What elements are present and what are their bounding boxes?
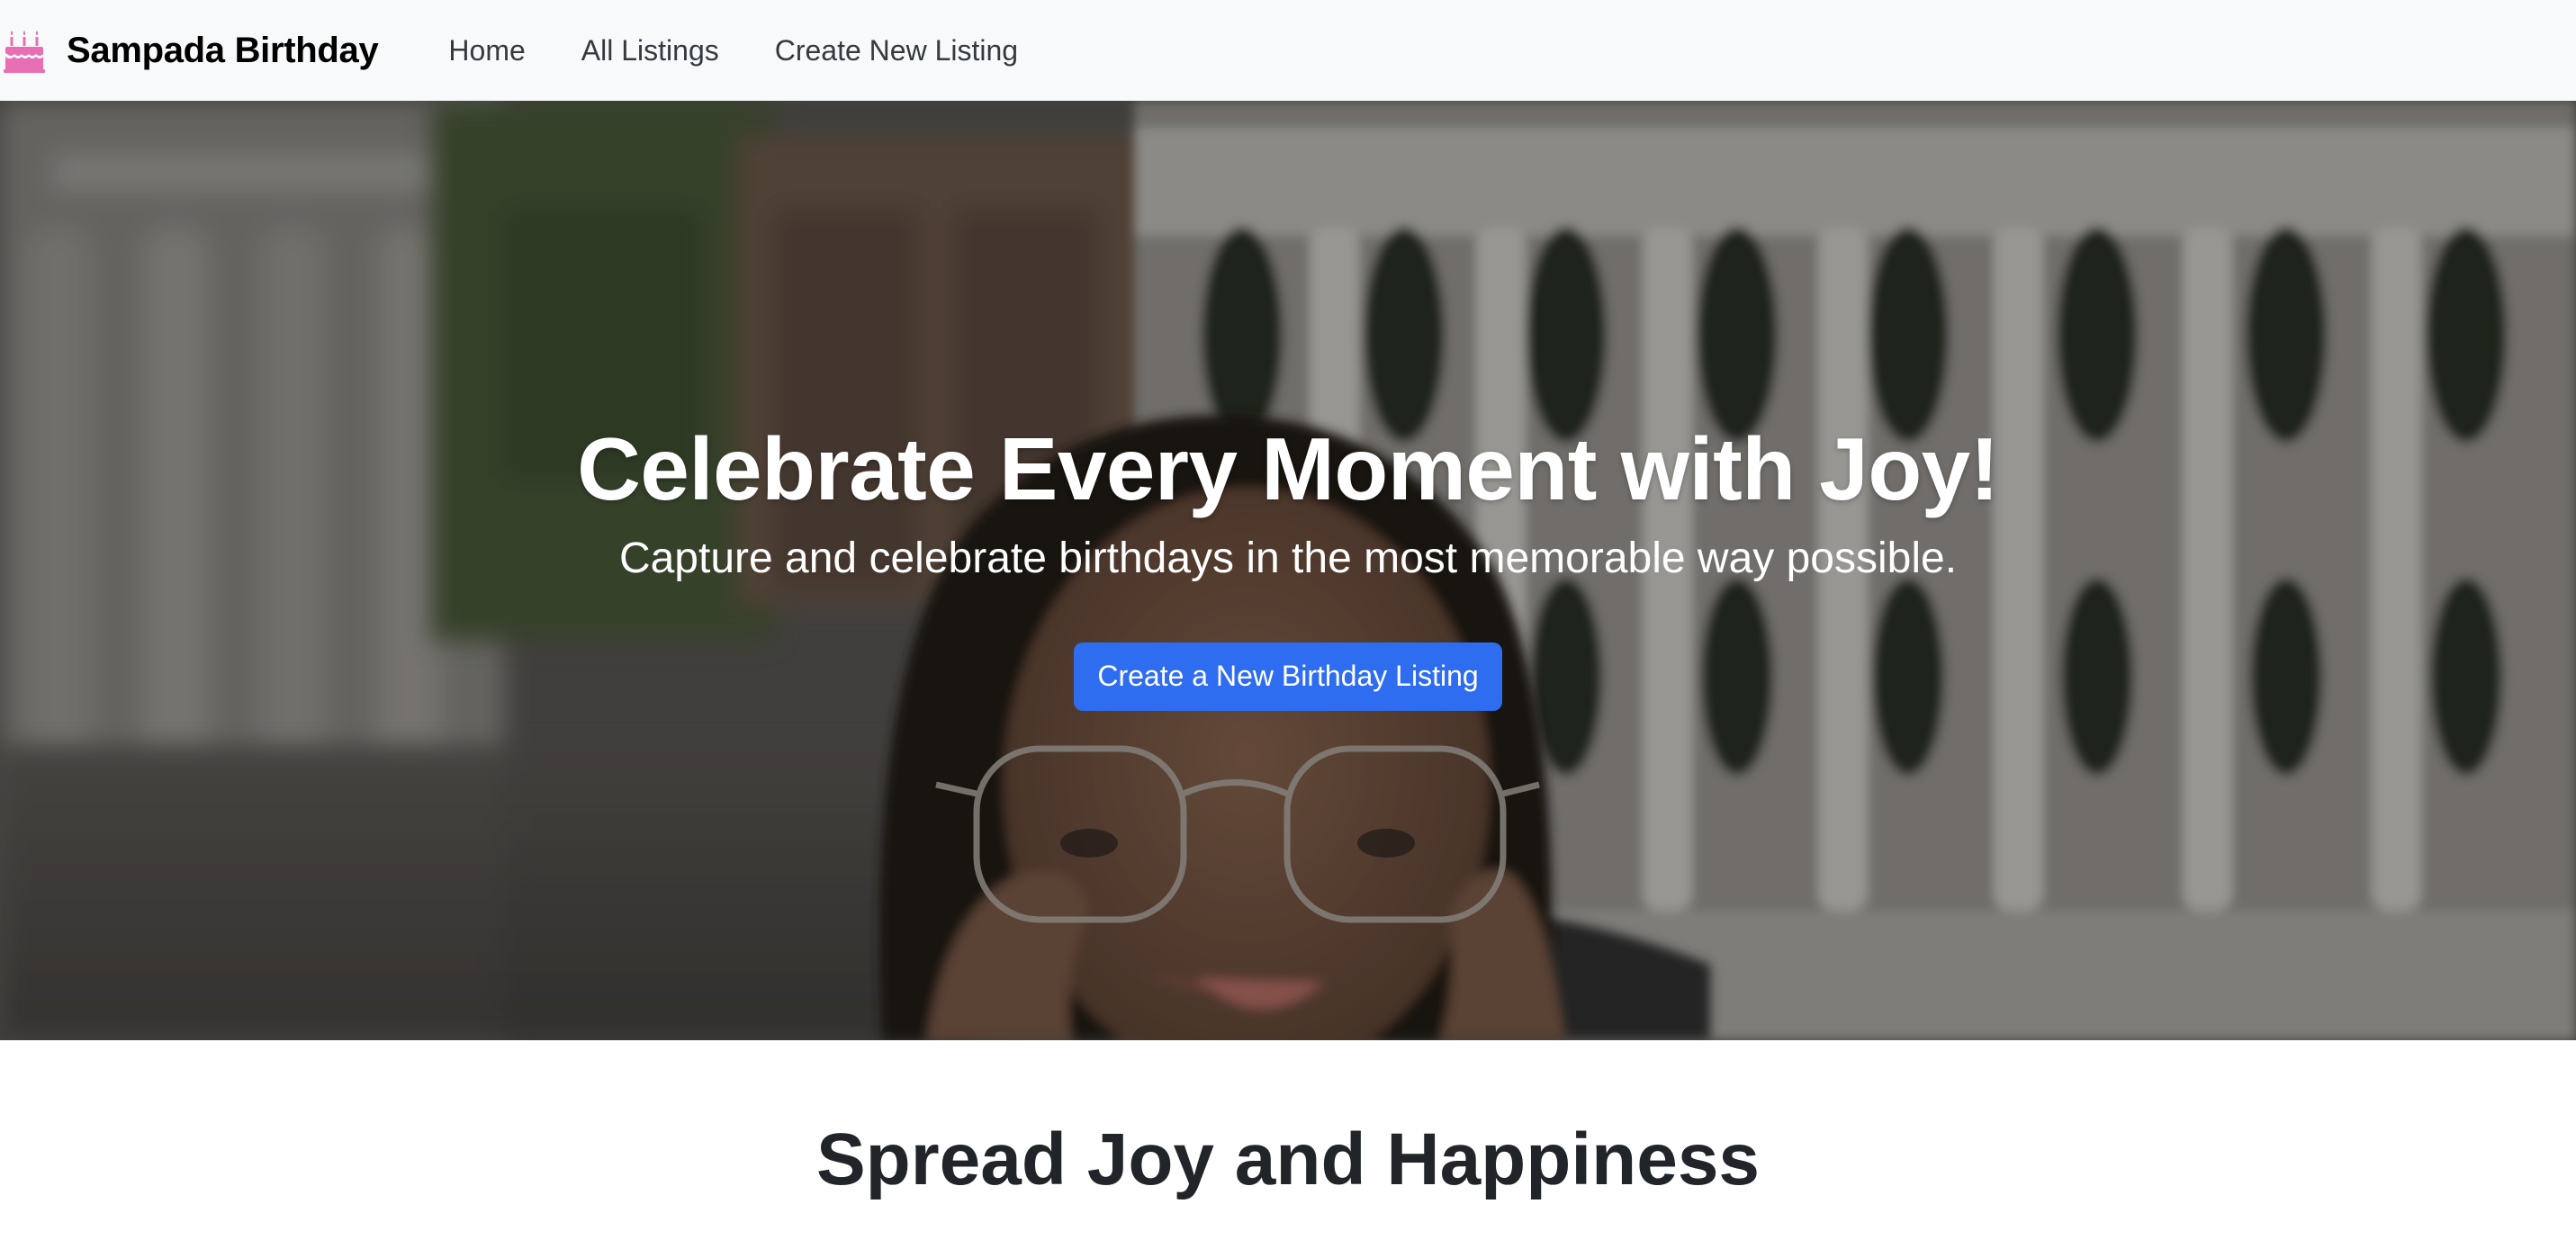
navbar: Sampada Birthday Home All Listings Creat… bbox=[0, 0, 2576, 101]
hero-content: Celebrate Every Moment with Joy! Capture… bbox=[0, 101, 2576, 1040]
nav-link-all-listings[interactable]: All Listings bbox=[581, 34, 719, 67]
create-birthday-listing-button[interactable]: Create a New Birthday Listing bbox=[1074, 642, 1502, 711]
brand-name: Sampada Birthday bbox=[67, 30, 379, 70]
nav-link-create-new-listing[interactable]: Create New Listing bbox=[775, 34, 1018, 67]
nav-link-home[interactable]: Home bbox=[448, 34, 525, 67]
birthday-cake-icon bbox=[4, 28, 45, 73]
hero-title: Celebrate Every Moment with Joy! bbox=[577, 419, 1999, 518]
hero-section: Celebrate Every Moment with Joy! Capture… bbox=[0, 101, 2576, 1040]
nav-links: Home All Listings Create New Listing bbox=[448, 34, 1074, 67]
brand-link[interactable]: Sampada Birthday bbox=[4, 28, 379, 73]
section-title: Spread Joy and Happiness bbox=[815, 1119, 1761, 1200]
hero-subtitle: Capture and celebrate birthdays in the m… bbox=[618, 534, 1958, 582]
